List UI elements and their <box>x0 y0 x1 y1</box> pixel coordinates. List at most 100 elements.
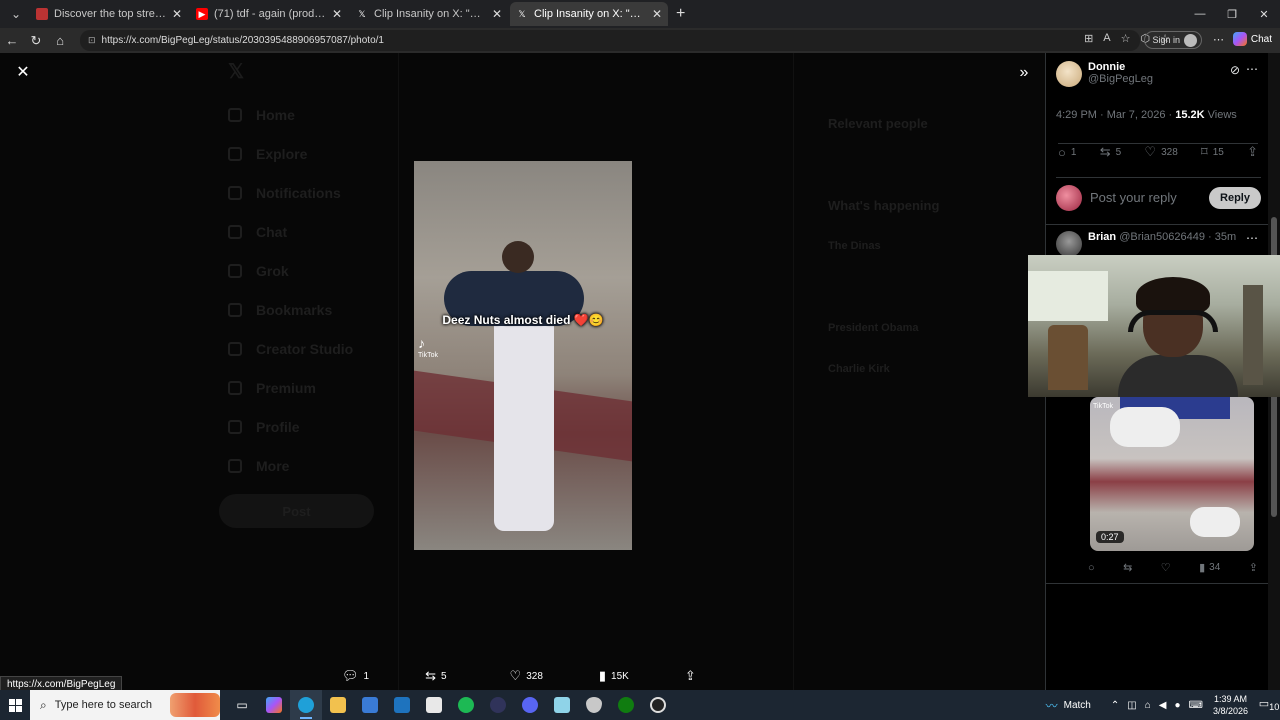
reply-button[interactable]: Reply <box>1209 186 1261 209</box>
author-avatar[interactable] <box>1056 61 1082 87</box>
taskbar-search[interactable]: ⌕ Type here to search <box>30 690 220 720</box>
repost-action[interactable]: ⇆ 5 <box>425 668 446 684</box>
edge-browser-icon[interactable] <box>290 690 322 720</box>
task-view-icon[interactable]: ▭ <box>226 690 258 720</box>
tab-actions-menu[interactable]: ⌄ <box>4 4 28 24</box>
like-stat[interactable]: ♡ 328 <box>1144 144 1177 160</box>
reply-views[interactable]: ▮ 34 <box>1199 561 1220 574</box>
reply-video[interactable]: TikTok 0:27 <box>1090 397 1254 551</box>
reply-like[interactable]: ♡ <box>1161 561 1171 574</box>
close-window-icon[interactable]: ✕ <box>1248 0 1280 28</box>
notepad-icon[interactable] <box>418 690 450 720</box>
address-bar[interactable]: ⊡ https://x.com/BigPegLeg/status/2030395… <box>80 30 1140 51</box>
bookmark-stat[interactable]: ⌑ 15 <box>1201 144 1224 160</box>
reply-repost[interactable]: ⇆ <box>1123 561 1132 574</box>
discord-icon[interactable] <box>514 690 546 720</box>
search-placeholder: Type here to search <box>54 699 152 711</box>
mail-icon[interactable] <box>386 690 418 720</box>
recording-app-icon[interactable] <box>642 690 674 720</box>
site-info-icon[interactable]: ⊡ <box>88 35 96 46</box>
weather-widget[interactable]: 〰 Match <box>1046 697 1091 714</box>
ghost-nav-item: Notifications <box>228 173 353 212</box>
new-tab-button[interactable]: + <box>676 5 685 23</box>
analytics-icon: ▮ <box>598 668 607 683</box>
tray-icons: ⌃ ◫ ⌂ ◀ ● ⌨ <box>1111 700 1203 711</box>
app-icon[interactable] <box>546 690 578 720</box>
ghost-nav-item: Profile <box>228 407 353 446</box>
copilot-icon[interactable] <box>258 690 290 720</box>
reply-author-name[interactable]: Brian <box>1088 231 1116 243</box>
app-available-icon[interactable]: ⊞ <box>1084 32 1093 45</box>
show-hidden-icons-icon[interactable]: ⌃ <box>1111 700 1119 711</box>
close-tab-icon[interactable]: ✕ <box>172 7 182 21</box>
close-tab-icon[interactable]: ✕ <box>492 7 502 21</box>
video-caption: Deez Nuts almost died ❤️😊 <box>442 313 604 327</box>
notifications-button[interactable]: ▭10 <box>1258 697 1280 712</box>
start-button[interactable] <box>0 690 30 720</box>
x-favicon-icon: 𝕏 <box>358 9 366 19</box>
reply-post[interactable]: Brian @Brian50626449 · 35m ⋯ <box>1056 231 1258 257</box>
share-action[interactable]: ⇪ <box>685 668 696 684</box>
headset-icon <box>1128 310 1218 332</box>
file-explorer-icon[interactable] <box>322 690 354 720</box>
reply-input[interactable]: Post your reply <box>1090 190 1209 205</box>
post-video[interactable]: Deez Nuts almost died ❤️😊 ♪ TikTok <box>414 161 632 550</box>
restore-icon[interactable]: ❐ <box>1216 0 1248 28</box>
ghost-nav-item: More <box>228 446 353 485</box>
reply-stats-bar: ○ ⇆ ♡ ▮ 34 ⇪ <box>1088 561 1258 575</box>
back-icon[interactable]: ← <box>0 33 24 48</box>
store-icon[interactable] <box>354 690 386 720</box>
volume-icon[interactable]: ◀ <box>1159 700 1167 711</box>
ghost-nav-item: Home <box>228 95 353 134</box>
refresh-icon[interactable]: ↻ <box>24 33 48 49</box>
clock[interactable]: 1:39 AM 3/8/2026 <box>1213 693 1248 717</box>
spotify-icon[interactable] <box>450 690 482 720</box>
reply-author-avatar[interactable] <box>1056 231 1082 257</box>
minimize-icon[interactable]: — <box>1184 0 1216 28</box>
ghost-trend: The Dinas <box>828 240 881 252</box>
grok-icon[interactable]: ⊘ <box>1230 63 1240 77</box>
ghost-nav-label: Profile <box>256 418 300 435</box>
repost-stat[interactable]: ⇆ 5 <box>1100 144 1121 160</box>
media-viewer: 𝕏 Home Explore Notifications Chat Grok B… <box>0 53 1045 690</box>
like-action[interactable]: ♡ 328 <box>510 668 543 684</box>
tab-title: (71) tdf - again (prod. tdf) - YouTu <box>214 8 326 20</box>
microphone-icon[interactable]: ● <box>1174 700 1180 711</box>
close-tab-icon[interactable]: ✕ <box>652 7 662 21</box>
reply-share[interactable]: ⇪ <box>1249 561 1258 574</box>
reply-action[interactable]: 💬︎ 1 <box>342 668 369 684</box>
read-aloud-icon[interactable]: A <box>1103 32 1110 45</box>
tab-youtube[interactable]: ▶ (71) tdf - again (prod. tdf) - YouTu ✕ <box>190 2 348 26</box>
input-language-icon[interactable]: ⌨ <box>1189 700 1203 711</box>
collapse-sidebar-icon[interactable]: » <box>1013 62 1035 84</box>
sign-in-button[interactable]: Sign in <box>1144 31 1202 49</box>
share-stat[interactable]: ⇪ <box>1247 144 1258 160</box>
post-author[interactable]: Donnie @BigPegLeg <box>1056 61 1153 87</box>
close-tab-icon[interactable]: ✕ <box>332 7 342 21</box>
favorite-star-icon[interactable]: ☆ <box>1121 32 1131 45</box>
network-icon[interactable]: ⌂ <box>1145 700 1151 711</box>
ghost-nav-label: Bookmarks <box>256 301 333 318</box>
author-handle[interactable]: @BigPegLeg <box>1088 73 1153 85</box>
analytics-icon: ▮ <box>1199 562 1206 574</box>
reply-more-icon[interactable]: ⋯ <box>1246 231 1258 245</box>
heart-icon: ♡ <box>509 668 522 683</box>
views-action[interactable]: ▮ 15K <box>599 668 629 684</box>
reply-stat[interactable]: ○ 1 <box>1058 144 1076 160</box>
home-icon[interactable]: ⌂ <box>48 33 72 48</box>
tab-music[interactable]: Discover the top streamed music a ✕ <box>30 2 188 26</box>
tab-title: Clip Insanity on X: "Meme star We <box>534 8 646 20</box>
copilot-chat-button[interactable]: Chat <box>1232 32 1272 46</box>
settings-more-icon[interactable]: ⋯ <box>1213 33 1224 46</box>
camera-icon[interactable]: ◫ <box>1127 700 1136 711</box>
video-head <box>502 241 534 273</box>
vpn-shield-icon[interactable] <box>578 690 610 720</box>
reply-reply[interactable]: ○ <box>1088 561 1095 574</box>
xbox-icon[interactable] <box>610 690 642 720</box>
author-name[interactable]: Donnie <box>1088 61 1153 73</box>
close-viewer-icon[interactable]: ✕ <box>12 62 34 84</box>
tab-x-post[interactable]: 𝕏 Clip Insanity on X: "Meme star We ✕ <box>350 2 508 26</box>
media-player-icon[interactable] <box>482 690 514 720</box>
tab-x-post-active[interactable]: 𝕏 Clip Insanity on X: "Meme star We ✕ <box>510 2 668 26</box>
more-options-icon[interactable]: ⋯ <box>1246 62 1258 76</box>
